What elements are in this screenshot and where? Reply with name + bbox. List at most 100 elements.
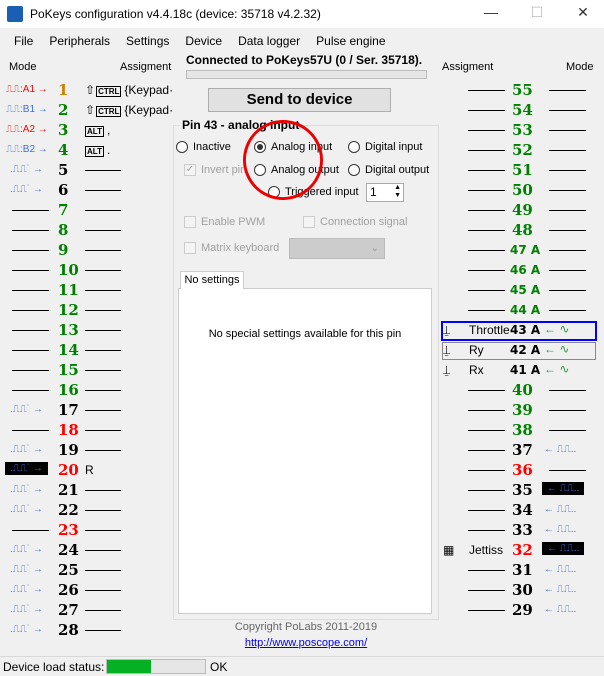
pin-row-24[interactable]: 24 .⎍⎍˙ →: [0, 540, 170, 560]
pin-row-16[interactable]: 16: [0, 380, 170, 400]
digital-input-icon[interactable]: ← ⎍⎍..: [544, 604, 576, 615]
encoder-mode-icon[interactable]: ⎍⎍:A2 →: [6, 124, 48, 135]
pin-row-33[interactable]: 33 ← ⎍⎍..: [440, 520, 604, 540]
digital-input-icon[interactable]: .⎍⎍˙ →: [10, 544, 43, 555]
pin-row-53[interactable]: 53: [440, 120, 604, 140]
digital-input-icon[interactable]: .⎍⎍˙ →: [10, 624, 43, 635]
digital-input-icon[interactable]: .⎍⎍˙ →: [10, 184, 43, 195]
menu-file[interactable]: File: [6, 31, 41, 51]
pin-row-23[interactable]: 23: [0, 520, 170, 540]
pin-row-13[interactable]: 13: [0, 320, 170, 340]
pin-row-9[interactable]: 9: [0, 240, 170, 260]
pin-row-17[interactable]: 17 .⎍⎍˙ →: [0, 400, 170, 420]
radio-digital-input[interactable]: Digital input: [348, 141, 422, 154]
matrix-keyboard-dropdown[interactable]: ⌄: [289, 238, 385, 259]
pin-row-10[interactable]: 10: [0, 260, 170, 280]
menu-device[interactable]: Device: [177, 31, 230, 51]
pin-row-34[interactable]: 34 ← ⎍⎍..: [440, 500, 604, 520]
digital-input-icon[interactable]: ← ⎍⎍..: [544, 524, 576, 535]
encoder-mode-icon[interactable]: ⎍⎍:B2 →: [6, 144, 48, 155]
close-button[interactable]: ✕: [568, 4, 598, 21]
matrix-keyboard-checkbox[interactable]: Matrix keyboard: [184, 242, 279, 255]
pin-row-25[interactable]: 25 .⎍⎍˙ →: [0, 560, 170, 580]
pin-row-49[interactable]: 49: [440, 200, 604, 220]
pin-row-50[interactable]: 50: [440, 180, 604, 200]
digital-input-selected-icon[interactable]: ← ⎍⎍..: [542, 542, 585, 555]
digital-input-icon[interactable]: .⎍⎍˙ →: [10, 404, 43, 415]
digital-input-icon[interactable]: .⎍⎍˙ →: [10, 444, 43, 455]
pin-row-26[interactable]: 26 .⎍⎍˙ →: [0, 580, 170, 600]
pin-row-18[interactable]: 18: [0, 420, 170, 440]
pin-row-52[interactable]: 52: [440, 140, 604, 160]
digital-input-icon[interactable]: .⎍⎍˙ →: [10, 604, 43, 615]
pin-row-51[interactable]: 51: [440, 160, 604, 180]
pin-row-2[interactable]: 2 ⎍⎍:B1 → ⇧ CTRL {Keypad·: [0, 100, 173, 120]
pin-row-19[interactable]: 19 .⎍⎍˙ →: [0, 440, 170, 460]
pin-row-32[interactable]: 32 ▦ Jettiss ← ⎍⎍..: [440, 540, 604, 560]
pin-row-46A[interactable]: 46 A: [440, 260, 604, 280]
menu-pulse-engine[interactable]: Pulse engine: [308, 31, 393, 51]
pin-row-22[interactable]: 22 .⎍⎍˙ →: [0, 500, 170, 520]
trigger-value-spinner[interactable]: 1 ▲ ▼: [366, 183, 404, 202]
pin-row-38[interactable]: 38: [440, 420, 604, 440]
digital-input-icon[interactable]: .⎍⎍˙ →: [10, 164, 43, 175]
pin-row-35[interactable]: 35 ← ⎍⎍..: [440, 480, 604, 500]
pin-row-29[interactable]: 29 ← ⎍⎍..: [440, 600, 604, 620]
tab-no-settings[interactable]: No settings: [180, 271, 244, 289]
pin-row-28[interactable]: 28 .⎍⎍˙ →: [0, 620, 170, 640]
pin-row-15[interactable]: 15: [0, 360, 170, 380]
menu-settings[interactable]: Settings: [118, 31, 177, 51]
pin-row-7[interactable]: 7: [0, 200, 170, 220]
minimize-button[interactable]: —: [476, 4, 506, 20]
connection-signal-checkbox[interactable]: Connection signal: [303, 216, 407, 229]
digital-input-icon[interactable]: .⎍⎍˙ →: [10, 584, 43, 595]
pin-row-1[interactable]: 1 ⎍⎍:A1 → ⇧ CTRL {Keypad·: [0, 80, 173, 100]
pin-row-31[interactable]: 31 ← ⎍⎍..: [440, 560, 604, 580]
analog-input-icon[interactable]: ← ∿: [544, 362, 569, 376]
pin-row-6[interactable]: 6 .⎍⎍˙ →: [0, 180, 170, 200]
menu-peripherals[interactable]: Peripherals: [41, 31, 118, 51]
encoder-mode-icon[interactable]: ⎍⎍:A1 →: [6, 84, 48, 95]
pin-row-39[interactable]: 39: [440, 400, 604, 420]
website-link[interactable]: http://www.poscope.com/: [173, 637, 439, 649]
spinner-arrows-icon[interactable]: ▲ ▼: [394, 184, 401, 200]
digital-input-selected-icon[interactable]: ← ⎍⎍..: [542, 482, 585, 495]
digital-input-icon[interactable]: .⎍⎍˙ →: [10, 504, 43, 515]
digital-input-icon[interactable]: .⎍⎍˙ →: [10, 484, 43, 495]
pin-row-3[interactable]: 3 ⎍⎍:A2 → ALT,: [0, 120, 170, 140]
pin-row-8[interactable]: 8: [0, 220, 170, 240]
menu-data-logger[interactable]: Data logger: [230, 31, 308, 51]
send-to-device-button[interactable]: Send to device: [208, 88, 391, 112]
radio-inactive[interactable]: Inactive: [176, 141, 231, 154]
radio-digital-output[interactable]: Digital output: [348, 164, 429, 177]
pin-row-20[interactable]: 20 .⎍⎍˙ → R: [0, 460, 170, 480]
digital-input-icon[interactable]: ← ⎍⎍..: [544, 504, 576, 515]
enable-pwm-checkbox[interactable]: Enable PWM: [184, 216, 265, 229]
maximize-button[interactable]: ☐: [522, 4, 552, 21]
invert-pin-checkbox[interactable]: ✓ Invert pin: [184, 164, 246, 177]
pin-row-5[interactable]: 5 .⎍⎍˙ →: [0, 160, 170, 180]
pin-row-55[interactable]: 55: [440, 80, 604, 100]
pin-row-37[interactable]: 37 ← ⎍⎍..: [440, 440, 604, 460]
pin-row-27[interactable]: 27 .⎍⎍˙ →: [0, 600, 170, 620]
digital-input-selected-icon[interactable]: .⎍⎍˙ →: [5, 462, 48, 475]
pin-row-30[interactable]: 30 ← ⎍⎍..: [440, 580, 604, 600]
pin-row-47A[interactable]: 47 A: [440, 240, 604, 260]
pin-row-41A[interactable]: 41 A ⍊ Rx ← ∿: [440, 360, 604, 380]
pin-row-48[interactable]: 48: [440, 220, 604, 240]
digital-input-icon[interactable]: ← ⎍⎍..: [544, 584, 576, 595]
pin-row-36[interactable]: 36: [440, 460, 604, 480]
pin-row-11[interactable]: 11: [0, 280, 170, 300]
pin-row-40[interactable]: 40: [440, 380, 604, 400]
digital-input-icon[interactable]: ← ⎍⎍..: [544, 444, 576, 455]
pin-row-14[interactable]: 14: [0, 340, 170, 360]
pin-row-21[interactable]: 21 .⎍⎍˙ →: [0, 480, 170, 500]
digital-input-icon[interactable]: ← ⎍⎍..: [544, 564, 576, 575]
digital-input-icon[interactable]: .⎍⎍˙ →: [10, 564, 43, 575]
pin-row-44A[interactable]: 44 A: [440, 300, 604, 320]
pin-row-54[interactable]: 54: [440, 100, 604, 120]
pin-row-12[interactable]: 12: [0, 300, 170, 320]
pin-row-4[interactable]: 4 ⎍⎍:B2 → ALT.: [0, 140, 170, 160]
pin-row-45A[interactable]: 45 A: [440, 280, 604, 300]
encoder-mode-icon[interactable]: ⎍⎍:B1 →: [6, 104, 48, 115]
